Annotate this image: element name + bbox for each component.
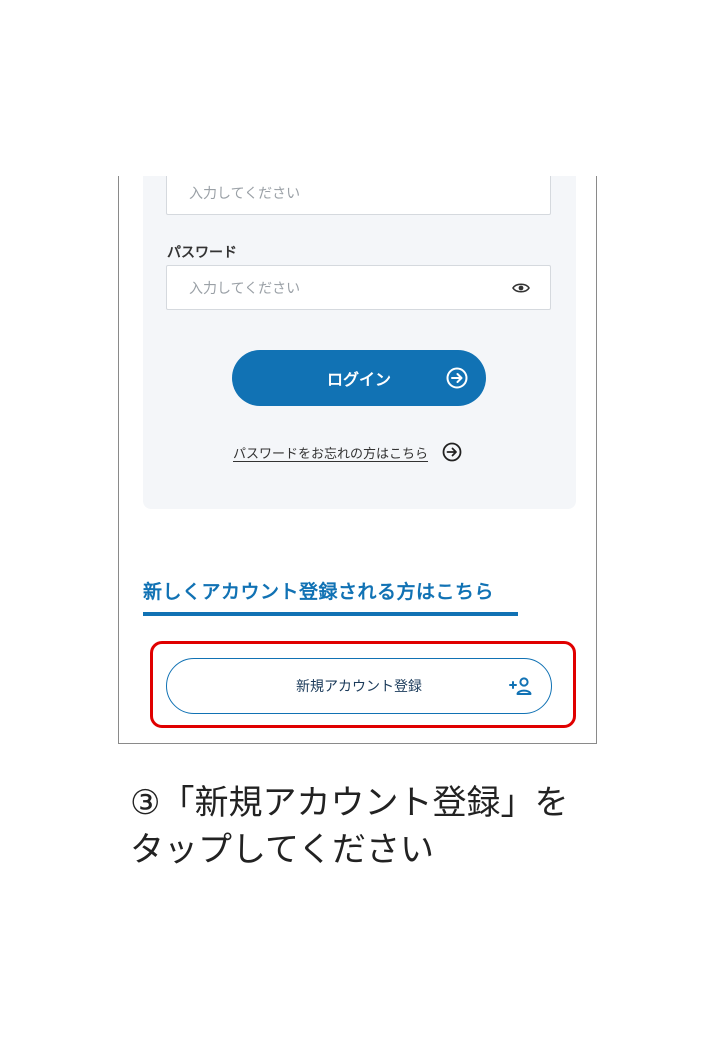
password-field[interactable]: 入力してください bbox=[166, 265, 551, 310]
password-placeholder: 入力してください bbox=[189, 280, 301, 297]
register-button-label: 新規アカウント登録 bbox=[296, 679, 422, 695]
password-label: パスワード bbox=[167, 245, 237, 261]
email-placeholder: 入力してください bbox=[189, 185, 301, 202]
add-user-icon bbox=[509, 677, 532, 695]
forgot-password-link[interactable]: パスワードをお忘れの方はこちら bbox=[233, 440, 462, 464]
app-screenshot: 入力してください パスワード 入力してください ログイン パスワードをお忘れの方… bbox=[118, 176, 597, 744]
forgot-password-text[interactable]: パスワードをお忘れの方はこちら bbox=[233, 443, 428, 462]
caption-line-2: タップしてください bbox=[130, 830, 434, 870]
email-field[interactable]: 入力してください bbox=[166, 176, 551, 215]
register-heading: 新しくアカウント登録される方はこちら bbox=[143, 581, 495, 603]
login-button[interactable]: ログイン bbox=[232, 350, 486, 406]
arrow-right-circle-icon bbox=[446, 367, 468, 389]
instruction-caption: ③「新規アカウント登録」を タップしてください bbox=[130, 780, 600, 874]
register-heading-underline bbox=[143, 612, 518, 616]
eye-icon[interactable] bbox=[512, 282, 530, 294]
caption-line-1: ③「新規アカウント登録」を bbox=[130, 783, 569, 823]
new-account-register-button[interactable]: 新規アカウント登録 bbox=[166, 658, 552, 714]
arrow-right-circle-icon bbox=[442, 442, 462, 462]
